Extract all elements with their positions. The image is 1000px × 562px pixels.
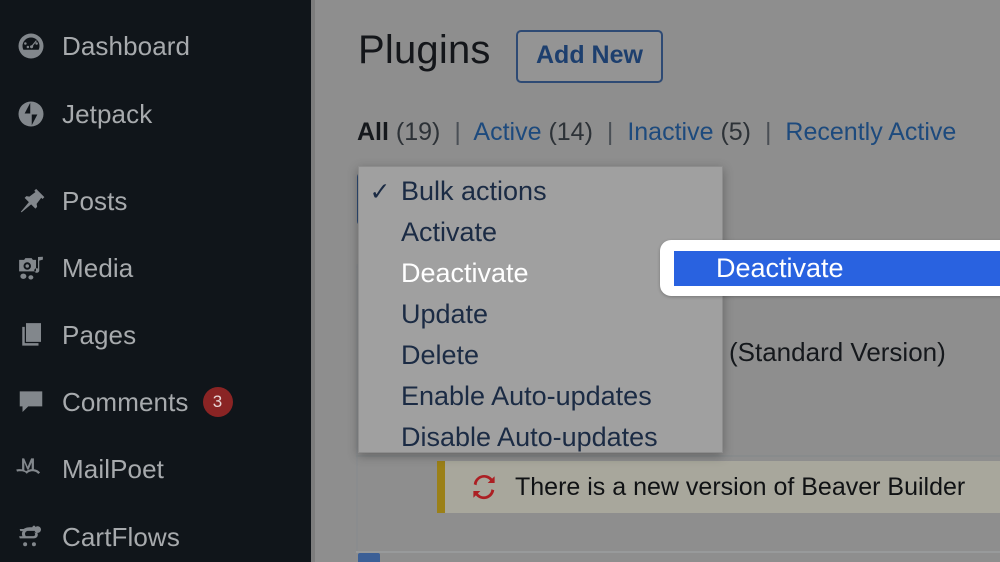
sidebar-item-pages[interactable]: Pages [0,312,311,358]
dropdown-option-label: Bulk actions [401,176,547,206]
filter-count-all: (19) [395,118,441,146]
sidebar-item-mailpoet[interactable]: MailPoet [0,446,311,492]
dropdown-option-label: Enable Auto-updates [401,381,652,411]
pages-icon [0,320,62,350]
selected-option-label: Deactivate [716,253,844,283]
dropdown-option-delete[interactable]: Delete [359,335,722,376]
sidebar-item-cartflows[interactable]: CartFlows [0,514,311,560]
plugin-version-note: (Standard Version) [729,337,946,367]
filter-separator: | [606,118,614,146]
dropdown-option-disable-auto-updates[interactable]: Disable Auto-updates [359,417,722,452]
filter-link-all[interactable]: All [357,118,389,146]
sidebar-item-label: Jetpack [62,98,153,129]
sidebar-item-label: Dashboard [62,30,191,61]
jetpack-icon [0,99,62,129]
media-icon [0,253,62,283]
update-notice-text: There is a new version of Beaver Builder [515,472,966,501]
page-title: Plugins [358,28,491,72]
sidebar-item-media[interactable]: Media [0,245,311,291]
add-new-button[interactable]: Add New [516,30,663,83]
filter-link-inactive[interactable]: Inactive [627,118,713,146]
filter-separator: | [454,118,461,146]
sidebar-item-posts[interactable]: Posts [0,178,311,224]
dropdown-option-enable-auto-updates[interactable]: Enable Auto-updates [359,376,722,417]
sidebar-item-label: CartFlows [62,521,180,552]
cartflows-icon [0,521,62,553]
sidebar-item-label: Comments [62,386,189,417]
selected-option-highlight[interactable]: Deactivate [674,251,1000,286]
dropdown-option-label: Deactivate [401,258,529,288]
sidebar-item-label: MailPoet [62,453,164,484]
dropdown-option-bulk-actions[interactable]: ✓ Bulk actions [359,171,722,212]
plugin-update-notice: There is a new version of Beaver Builder [437,461,1000,513]
filter-link-recently-active[interactable]: Recently Active [785,118,956,146]
sidebar-item-label: Media [62,252,134,283]
sidebar-item-label: Posts [62,185,128,216]
pin-icon [0,186,62,216]
comment-icon [0,387,62,417]
sidebar-item-label: Pages [62,319,137,350]
checkmark-icon: ✓ [369,177,391,206]
dropdown-option-label: Activate [401,217,498,247]
row-checkbox[interactable] [358,553,380,562]
bulk-actions-dropdown[interactable]: ✓ Bulk actions Activate Deactivate Updat… [358,166,723,453]
dropdown-option-update[interactable]: Update [359,294,722,335]
dropdown-option-label: Update [401,299,489,329]
comments-count-badge: 3 [202,387,233,417]
update-refresh-icon [469,472,499,502]
plugins-page: Plugins Add New All (19) | Active (14) |… [315,0,1000,562]
table-row-separator [356,455,1000,457]
filter-count-inactive: (5) [720,118,752,146]
mailpoet-icon [0,453,62,485]
dashboard-icon [0,31,62,61]
filter-separator: | [764,118,772,146]
plugin-status-filters: All (19) | Active (14) | Inactive (5) | … [357,118,956,147]
sidebar-item-jetpack[interactable]: Jetpack [0,91,311,137]
screen-root: Dashboard Jetpack Posts Media Pages Comm… [0,0,1000,562]
admin-sidebar: Dashboard Jetpack Posts Media Pages Comm… [0,0,311,562]
sidebar-item-dashboard[interactable]: Dashboard [0,23,311,69]
sidebar-item-comments[interactable]: Comments 3 [0,379,311,425]
dropdown-option-label: Delete [401,340,480,370]
filter-count-active: (14) [548,118,593,146]
table-bottom-border [356,551,1000,553]
filter-link-active[interactable]: Active [473,118,541,146]
dropdown-option-label: Disable Auto-updates [401,422,658,452]
